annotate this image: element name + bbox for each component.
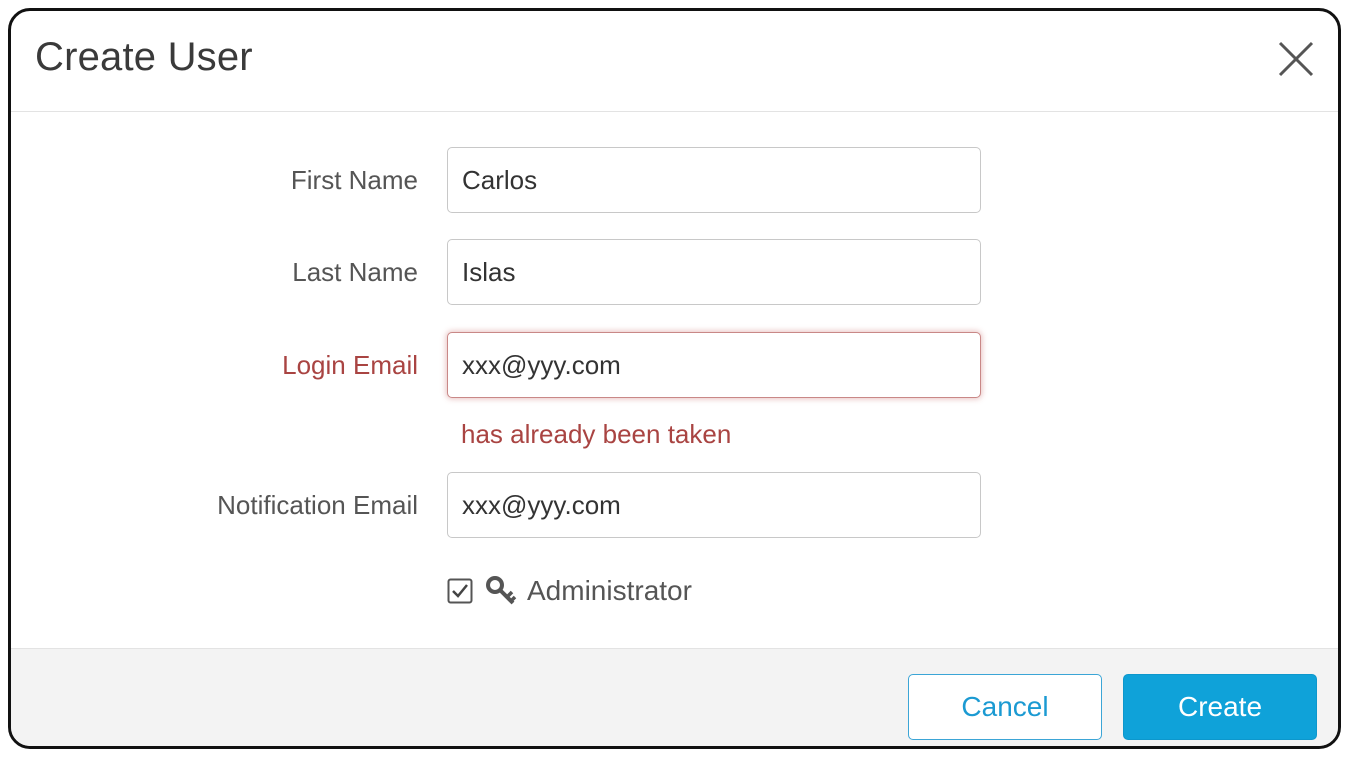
login-email-row: Login Email — [11, 332, 1338, 398]
administrator-label: Administrator — [527, 575, 692, 606]
create-user-dialog: Create User First Name Last Name Login E… — [8, 8, 1341, 749]
first-name-label: First Name — [290, 165, 418, 195]
create-button[interactable]: Create — [1123, 674, 1317, 740]
last-name-field[interactable] — [447, 239, 981, 305]
dialog-footer: Cancel Create — [11, 648, 1338, 746]
close-icon — [1278, 41, 1314, 77]
login-email-label: Login Email — [282, 350, 418, 380]
dialog-header: Create User — [11, 11, 1338, 112]
notification-email-field[interactable] — [447, 472, 981, 538]
dialog-title: Create User — [35, 35, 253, 79]
last-name-row: Last Name — [11, 239, 1338, 305]
administrator-row: Administrator — [447, 571, 692, 611]
notification-email-row: Notification Email — [11, 472, 1338, 538]
first-name-row: First Name — [11, 147, 1338, 213]
first-name-field[interactable] — [447, 147, 981, 213]
cancel-button[interactable]: Cancel — [908, 674, 1102, 740]
administrator-checkbox[interactable] — [447, 578, 473, 604]
last-name-label: Last Name — [292, 257, 418, 287]
login-email-field[interactable] — [447, 332, 981, 398]
key-icon — [486, 576, 517, 605]
login-email-error-message: has already been taken — [461, 419, 732, 449]
close-button[interactable] — [1274, 37, 1318, 81]
notification-email-label: Notification Email — [217, 490, 418, 520]
